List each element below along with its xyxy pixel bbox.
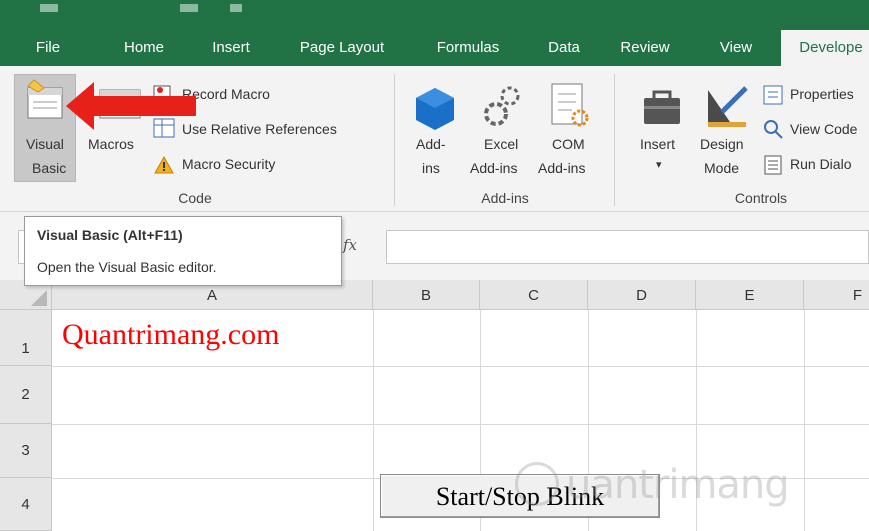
design-mode-label-1[interactable]: Design <box>700 136 744 152</box>
tooltip-description: Open the Visual Basic editor. <box>37 259 217 275</box>
design-mode-icon <box>708 86 748 127</box>
column-header-b[interactable]: B <box>373 280 480 310</box>
group-divider <box>614 74 615 206</box>
tooltip-title: Visual Basic (Alt+F11) <box>37 227 183 243</box>
tab-review[interactable]: Review <box>610 30 680 66</box>
gridline <box>804 310 805 531</box>
macro-security-button[interactable]: Macro Security <box>182 156 275 172</box>
title-bar <box>0 0 869 30</box>
row-header-1[interactable]: 1 <box>0 310 52 366</box>
visual-basic-label-1: Visual <box>26 136 64 152</box>
com-addins-label-2[interactable]: Add-ins <box>538 160 585 176</box>
group-divider <box>394 74 395 206</box>
cell-a1[interactable]: Quantrimang.com <box>62 318 279 352</box>
visual-basic-icon <box>27 79 63 119</box>
code-group-label: Code <box>178 190 212 206</box>
insert-control-button[interactable]: Insert <box>640 136 675 152</box>
quick-access-icon[interactable] <box>230 4 242 12</box>
row-header-2[interactable]: 2 <box>0 366 52 424</box>
gridline <box>52 366 869 367</box>
visual-basic-label-2: Basic <box>32 160 67 176</box>
addins-label-1[interactable]: Add- <box>416 136 446 152</box>
tab-insert[interactable]: Insert <box>196 30 266 66</box>
gear-icon <box>484 86 520 126</box>
gridline <box>373 310 374 531</box>
tab-file[interactable]: File <box>18 30 78 66</box>
tab-developer[interactable]: Develope <box>781 30 869 66</box>
tab-formulas[interactable]: Formulas <box>418 30 518 66</box>
row-header-3[interactable]: 3 <box>0 424 52 478</box>
com-addins-label-1[interactable]: COM <box>552 136 585 152</box>
chevron-down-icon: ▾ <box>656 159 662 171</box>
tab-data[interactable]: Data <box>534 30 594 66</box>
visual-basic-tooltip: Visual Basic (Alt+F11) Open the Visual B… <box>24 216 342 286</box>
ribbon-tabs: File Home Insert Page Layout Formulas Da… <box>0 30 869 66</box>
addins-label-2[interactable]: ins <box>422 160 440 176</box>
watermark-logo-icon <box>515 462 559 506</box>
watermark-text: uantrimang <box>566 462 790 508</box>
column-header-f[interactable]: F <box>804 280 869 310</box>
red-arrow-icon <box>66 82 196 130</box>
design-mode-label-2[interactable]: Mode <box>704 160 739 176</box>
run-dialog-icon <box>764 155 782 175</box>
ribbon: Visual Basic Macros Record Macro Use Rel… <box>0 66 869 212</box>
tab-home[interactable]: Home <box>108 30 180 66</box>
tab-view[interactable]: View <box>706 30 766 66</box>
excel-addins-label-2[interactable]: Add-ins <box>470 160 517 176</box>
controls-group-label: Controls <box>734 190 788 206</box>
row-header-4[interactable]: 4 <box>0 478 52 531</box>
excel-addins-label-1[interactable]: Excel <box>484 136 518 152</box>
view-code-icon <box>764 120 783 139</box>
properties-icon <box>763 85 783 105</box>
view-code-button[interactable]: View Code <box>790 121 857 137</box>
column-header-d[interactable]: D <box>588 280 696 310</box>
com-addins-icon <box>551 83 589 127</box>
warning-icon <box>154 156 174 174</box>
column-header-c[interactable]: C <box>480 280 588 310</box>
quick-access-icon[interactable] <box>40 4 58 12</box>
properties-button[interactable]: Properties <box>790 86 854 102</box>
run-dialog-button[interactable]: Run Dialo <box>790 156 851 172</box>
tab-page-layout[interactable]: Page Layout <box>282 30 402 66</box>
quick-access-icon[interactable] <box>180 4 198 12</box>
macros-button[interactable]: Macros <box>88 136 134 152</box>
store-cube-icon <box>416 88 454 130</box>
gridline <box>52 424 869 425</box>
function-icon[interactable]: fx <box>343 236 357 254</box>
column-header-e[interactable]: E <box>696 280 804 310</box>
addins-group-label: Add-ins <box>481 190 529 206</box>
formula-input[interactable] <box>386 230 869 264</box>
toolbox-icon <box>644 90 680 124</box>
